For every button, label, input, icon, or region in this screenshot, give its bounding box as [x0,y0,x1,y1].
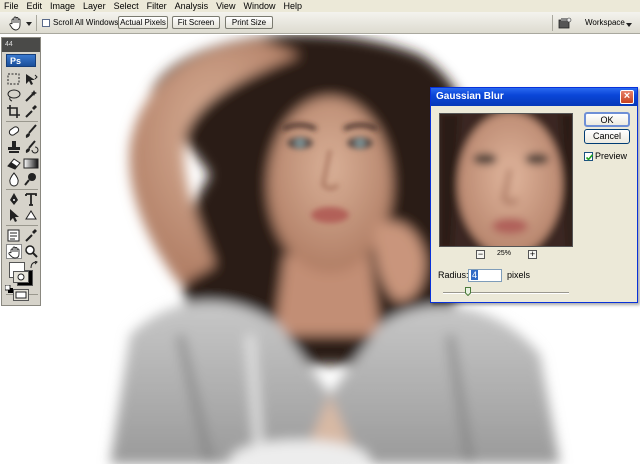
options-bar: Scroll All Windows Actual Pixels Fit Scr… [0,12,640,34]
workspace-dropdown-icon[interactable] [626,21,632,27]
check-icon [585,154,594,161]
photoshop-logo[interactable]: Ps [6,54,36,67]
menu-select[interactable]: Select [110,0,143,12]
zoom-icon[interactable] [23,244,39,259]
zoom-out-button[interactable]: − [476,250,485,259]
radius-slider[interactable] [443,292,569,294]
close-icon[interactable]: × [620,90,634,104]
shape-icon[interactable] [23,208,39,223]
menu-view[interactable]: View [212,0,239,12]
options-divider [552,15,553,31]
blur-icon[interactable] [6,172,22,187]
tools-divider [6,189,38,190]
menu-help[interactable]: Help [279,0,306,12]
menu-analysis[interactable]: Analysis [171,0,213,12]
menu-bar: File Edit Image Layer Select Filter Anal… [0,0,640,12]
cancel-button[interactable]: Cancel [584,129,630,144]
swap-colors-icon[interactable] [30,260,38,269]
preview-checkbox[interactable] [584,152,594,161]
eraser-icon[interactable] [6,156,22,171]
menu-file[interactable]: File [0,0,23,12]
menu-layer[interactable]: Layer [79,0,110,12]
scroll-all-windows-checkbox[interactable] [42,19,50,27]
preview-label: Preview [595,151,628,161]
menu-image[interactable]: Image [46,0,79,12]
fit-screen-button[interactable]: Fit Screen [172,16,220,29]
radius-input[interactable]: 4 [468,269,502,282]
eyedropper-2-icon[interactable] [23,228,39,243]
pen-icon[interactable] [6,192,22,207]
crop-icon[interactable] [6,104,22,119]
eyedropper-icon[interactable] [23,104,39,119]
default-colors-icon[interactable] [4,284,13,293]
hand-icon[interactable] [8,15,24,31]
zoom-in-button[interactable]: + [528,250,537,259]
options-divider [36,15,37,31]
palette-well-icon[interactable] [558,16,572,30]
type-icon[interactable] [23,192,39,207]
notes-icon[interactable] [6,228,22,243]
scroll-all-windows-label: Scroll All Windows [53,18,119,27]
radius-unit: pixels [507,270,531,280]
workspace-label[interactable]: Workspace [585,18,625,27]
tools-panel: 44 Ps [1,37,41,306]
lasso-icon[interactable] [6,88,22,103]
preview-image [440,114,572,246]
marquee-icon[interactable] [6,72,22,87]
preview-window[interactable] [439,113,573,247]
ok-button[interactable]: OK [584,112,630,127]
magic-wand-icon[interactable] [23,88,39,103]
tools-panel-grip[interactable]: 44 [2,38,40,52]
hand-icon[interactable] [6,244,22,259]
tools-divider [6,225,38,226]
menu-window[interactable]: Window [239,0,279,12]
healing-brush-icon[interactable] [6,124,22,139]
radius-label: Radius: [438,270,469,280]
dodge-icon[interactable] [23,172,39,187]
print-size-button[interactable]: Print Size [225,16,273,29]
dialog-title[interactable]: Gaussian Blur [431,88,637,106]
brush-icon[interactable] [23,124,39,139]
zoom-level: 25% [497,250,512,257]
quick-mask-icon[interactable] [13,271,29,283]
radius-value: 4 [471,270,479,280]
menu-filter[interactable]: Filter [143,0,171,12]
clone-stamp-icon[interactable] [6,140,22,155]
move-icon[interactable] [23,72,39,87]
menu-edit[interactable]: Edit [23,0,47,12]
actual-pixels-button[interactable]: Actual Pixels [118,16,168,29]
history-brush-icon[interactable] [23,140,39,155]
tools-divider [6,121,38,122]
tool-preset-dropdown-icon[interactable] [26,20,32,26]
gradient-icon[interactable] [23,156,39,171]
path-selection-icon[interactable] [6,208,22,223]
radius-slider-thumb[interactable] [465,287,472,297]
gaussian-blur-dialog: Gaussian Blur × OK Cancel Preview − 25% [430,87,638,303]
screen-mode-icon[interactable] [13,289,29,301]
